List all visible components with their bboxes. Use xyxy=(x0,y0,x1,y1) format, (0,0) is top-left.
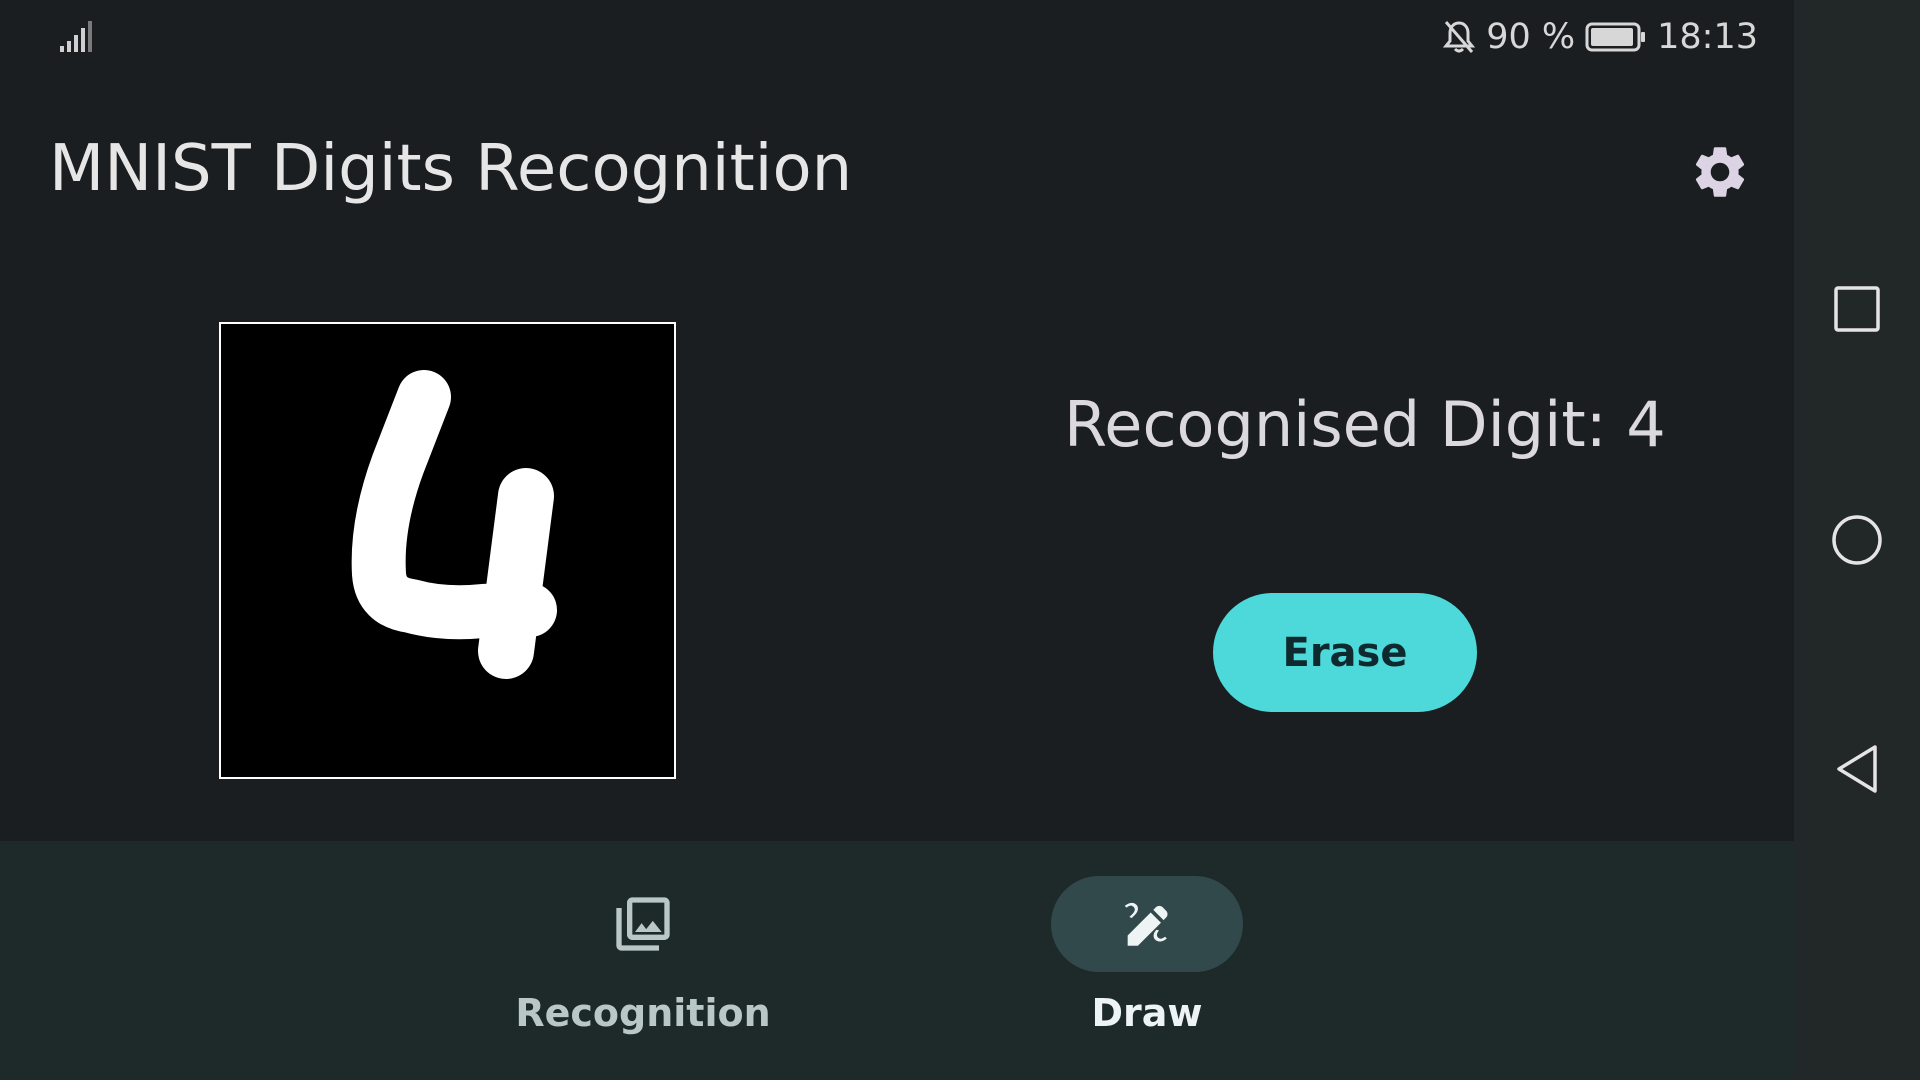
home-button[interactable] xyxy=(1824,507,1890,573)
status-bar: 90 % 18:13 xyxy=(0,0,1794,75)
battery-percent: 90 % xyxy=(1486,17,1576,57)
settings-button[interactable] xyxy=(1683,135,1757,209)
drawn-digit-stroke xyxy=(351,370,557,679)
status-indicators: 90 % 18:13 xyxy=(1442,14,1758,60)
nav-label-recognition: Recognition xyxy=(515,991,771,1035)
battery-icon xyxy=(1585,22,1646,52)
back-button[interactable] xyxy=(1824,736,1890,802)
erase-button[interactable]: Erase xyxy=(1213,593,1477,712)
draw-icon xyxy=(1124,902,1168,946)
clock: 18:13 xyxy=(1657,17,1758,57)
recents-button[interactable] xyxy=(1824,276,1890,342)
nav-icon-container xyxy=(547,876,739,972)
signal-icon xyxy=(60,21,92,52)
recognised-digit-text: Recognised Digit: 4 xyxy=(1064,388,1666,461)
image-library-icon xyxy=(616,897,670,951)
app-screen: 90 % 18:13 MNIST Digits Recognition Reco… xyxy=(0,0,1920,1080)
nav-active-indicator xyxy=(1051,876,1243,972)
bell-off-icon xyxy=(1443,21,1476,53)
nav-item-recognition[interactable]: Recognition xyxy=(513,841,773,1080)
system-navigation-bar xyxy=(1794,0,1920,1080)
bottom-navigation: Recognition Draw xyxy=(0,841,1794,1080)
nav-item-draw[interactable]: Draw xyxy=(1017,841,1277,1080)
gear-icon xyxy=(1695,147,1745,197)
recents-icon xyxy=(1834,286,1880,332)
home-icon xyxy=(1832,515,1882,565)
nav-label-draw: Draw xyxy=(1091,991,1203,1035)
page-title: MNIST Digits Recognition xyxy=(49,132,853,206)
back-icon xyxy=(1837,745,1877,793)
drawing-canvas[interactable] xyxy=(219,322,676,779)
